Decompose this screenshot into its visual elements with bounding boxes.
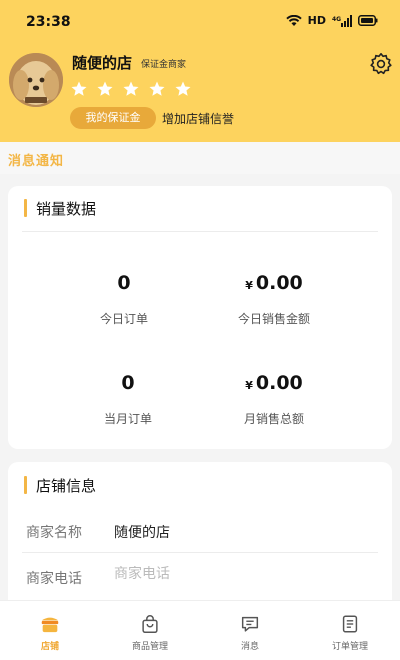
network-type: HD <box>307 14 326 27</box>
today-amount-label: 今日销售金额 <box>237 312 310 326</box>
month-amount-stat[interactable]: ¥0.00 月销售总额 <box>184 372 364 427</box>
tab-store[interactable]: 店铺 <box>0 601 100 660</box>
sales-data-card: 销量数据 0 今日订单 ¥0.00 今日销售金额 0 当月订单 ¥0.00 月销… <box>8 186 392 449</box>
star-icon <box>175 81 191 96</box>
tab-label: 消息 <box>240 642 259 652</box>
tab-product-management[interactable]: 商品管理 <box>100 601 200 660</box>
shop-avatar[interactable] <box>9 53 63 107</box>
month-amount-label: 月销售总额 <box>243 412 304 426</box>
bag-icon <box>142 615 158 633</box>
title-accent-bar <box>24 476 27 494</box>
today-amount-stat[interactable]: ¥0.00 今日销售金额 <box>184 272 364 327</box>
currency-symbol: ¥ <box>245 379 253 392</box>
star-icon <box>71 81 87 96</box>
order-icon <box>342 615 358 633</box>
shop-name: 随便的店 <box>72 54 133 72</box>
notice-label: 消息通知 <box>8 154 65 169</box>
month-amount-value: ¥0.00 <box>184 372 364 394</box>
store-icon <box>41 617 59 633</box>
divider <box>22 231 378 232</box>
shop-header: 23:38 HD 4G 随便的店 保证金商家 我的保证金 增加店铺信誉 <box>0 0 400 142</box>
battery-icon <box>358 15 378 26</box>
shop-info-title: 店铺信息 <box>36 477 97 495</box>
tab-order-management[interactable]: 订单管理 <box>300 601 400 660</box>
divider <box>22 552 378 553</box>
shop-phone-input[interactable] <box>114 566 354 582</box>
tab-messages[interactable]: 消息 <box>200 601 300 660</box>
clock: 23:38 <box>26 14 71 30</box>
tab-label: 订单管理 <box>331 642 368 652</box>
wifi-icon <box>285 14 302 26</box>
star-icon <box>123 81 139 96</box>
today-amount-value: ¥0.00 <box>184 272 364 294</box>
deposit-merchant-tag: 保证金商家 <box>141 60 187 70</box>
shop-name-label: 商家名称 <box>26 525 82 541</box>
svg-text:4G: 4G <box>332 16 341 23</box>
signal-icon: 4G <box>332 14 352 27</box>
status-icons: HD 4G <box>285 14 378 27</box>
my-deposit-button[interactable]: 我的保证金 <box>70 107 156 129</box>
sales-title: 销量数据 <box>36 200 97 218</box>
star-icon <box>97 81 113 96</box>
shop-name-value[interactable]: 随便的店 <box>114 522 170 542</box>
currency-symbol: ¥ <box>245 279 253 292</box>
status-bar: 23:38 HD 4G <box>0 0 400 44</box>
rating-stars <box>70 80 192 98</box>
title-accent-bar <box>24 199 27 217</box>
tab-label: 店铺 <box>40 642 59 652</box>
shop-info-card: 店铺信息 商家名称 随便的店 商家电话 <box>8 462 392 602</box>
message-icon <box>241 616 259 632</box>
gear-icon[interactable] <box>369 52 393 76</box>
bottom-tab-bar: 店铺 商品管理 消息 订单管理 <box>0 600 400 660</box>
notice-bar[interactable]: 消息通知 <box>0 142 400 174</box>
increase-credit-link[interactable]: 增加店铺信誉 <box>162 110 234 127</box>
today-amount-number: 0.00 <box>255 272 303 294</box>
month-amount-number: 0.00 <box>255 372 303 394</box>
dog-avatar-icon <box>9 53 63 107</box>
tab-label: 商品管理 <box>131 642 168 652</box>
shop-phone-label: 商家电话 <box>26 571 82 587</box>
star-icon <box>149 81 165 96</box>
